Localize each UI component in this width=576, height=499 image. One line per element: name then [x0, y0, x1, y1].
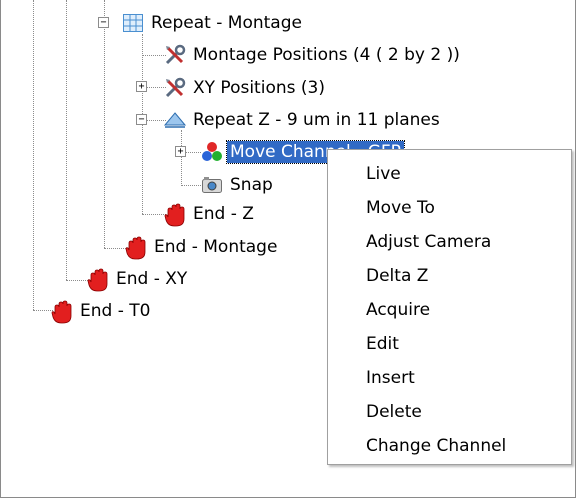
stop-hand-icon	[164, 203, 186, 227]
stop-hand-icon	[87, 268, 109, 292]
tools-icon	[164, 44, 186, 66]
tree-node-label: XY Positions (3)	[193, 78, 325, 98]
tree-node-end-montage[interactable]: End - Montage	[125, 235, 280, 260]
camera-icon	[201, 174, 223, 196]
collapse-icon[interactable]: −	[136, 114, 147, 125]
menu-item-adjust-camera[interactable]: Adjust Camera	[366, 227, 491, 257]
menu-item-live[interactable]: Live	[366, 159, 401, 189]
tree-node-snap[interactable]: Snap	[201, 173, 276, 197]
tree-node-end-t0[interactable]: End - T0	[51, 299, 153, 324]
context-menu: Live Move To Adjust Camera Delta Z Acqui…	[327, 149, 572, 465]
tree-node-label: End - Montage	[154, 237, 278, 257]
tree-node-label: End - XY	[116, 269, 188, 289]
tree-node-repeat-montage[interactable]: Repeat - Montage	[122, 11, 305, 35]
tree-node-xy-positions[interactable]: XY Positions (3)	[164, 76, 328, 100]
tree-node-label: End - T0	[80, 301, 151, 321]
grid-icon	[122, 12, 144, 34]
tree-node-label: Repeat Z - 9 um in 11 planes	[193, 110, 440, 130]
menu-item-edit[interactable]: Edit	[366, 329, 399, 359]
expand-icon[interactable]: +	[136, 81, 147, 92]
tree-node-label: Montage Positions (4 ( 2 by 2 ))	[193, 45, 460, 65]
stop-hand-icon	[51, 300, 73, 324]
tree-node-end-z[interactable]: End - Z	[164, 202, 257, 227]
expand-icon[interactable]: +	[175, 146, 186, 157]
tree-node-end-xy[interactable]: End - XY	[87, 267, 190, 292]
menu-item-acquire[interactable]: Acquire	[366, 295, 430, 325]
menu-item-insert[interactable]: Insert	[366, 363, 415, 393]
menu-item-delete[interactable]: Delete	[366, 397, 422, 427]
z-stack-icon	[163, 109, 187, 131]
tools-icon	[164, 77, 186, 99]
tree-node-repeat-z[interactable]: Repeat Z - 9 um in 11 planes	[163, 108, 443, 132]
menu-item-move-to[interactable]: Move To	[366, 193, 435, 223]
tree-node-label: Repeat - Montage	[151, 13, 302, 33]
stop-hand-icon	[125, 236, 147, 260]
channels-icon	[201, 141, 223, 163]
tree-node-label: Snap	[230, 175, 273, 195]
tree-node-label: End - Z	[193, 204, 254, 224]
menu-item-change-channel[interactable]: Change Channel	[366, 431, 506, 461]
menu-item-delta-z[interactable]: Delta Z	[366, 261, 428, 291]
collapse-icon[interactable]: −	[98, 17, 109, 28]
tree-node-montage-positions[interactable]: Montage Positions (4 ( 2 by 2 ))	[164, 43, 463, 67]
